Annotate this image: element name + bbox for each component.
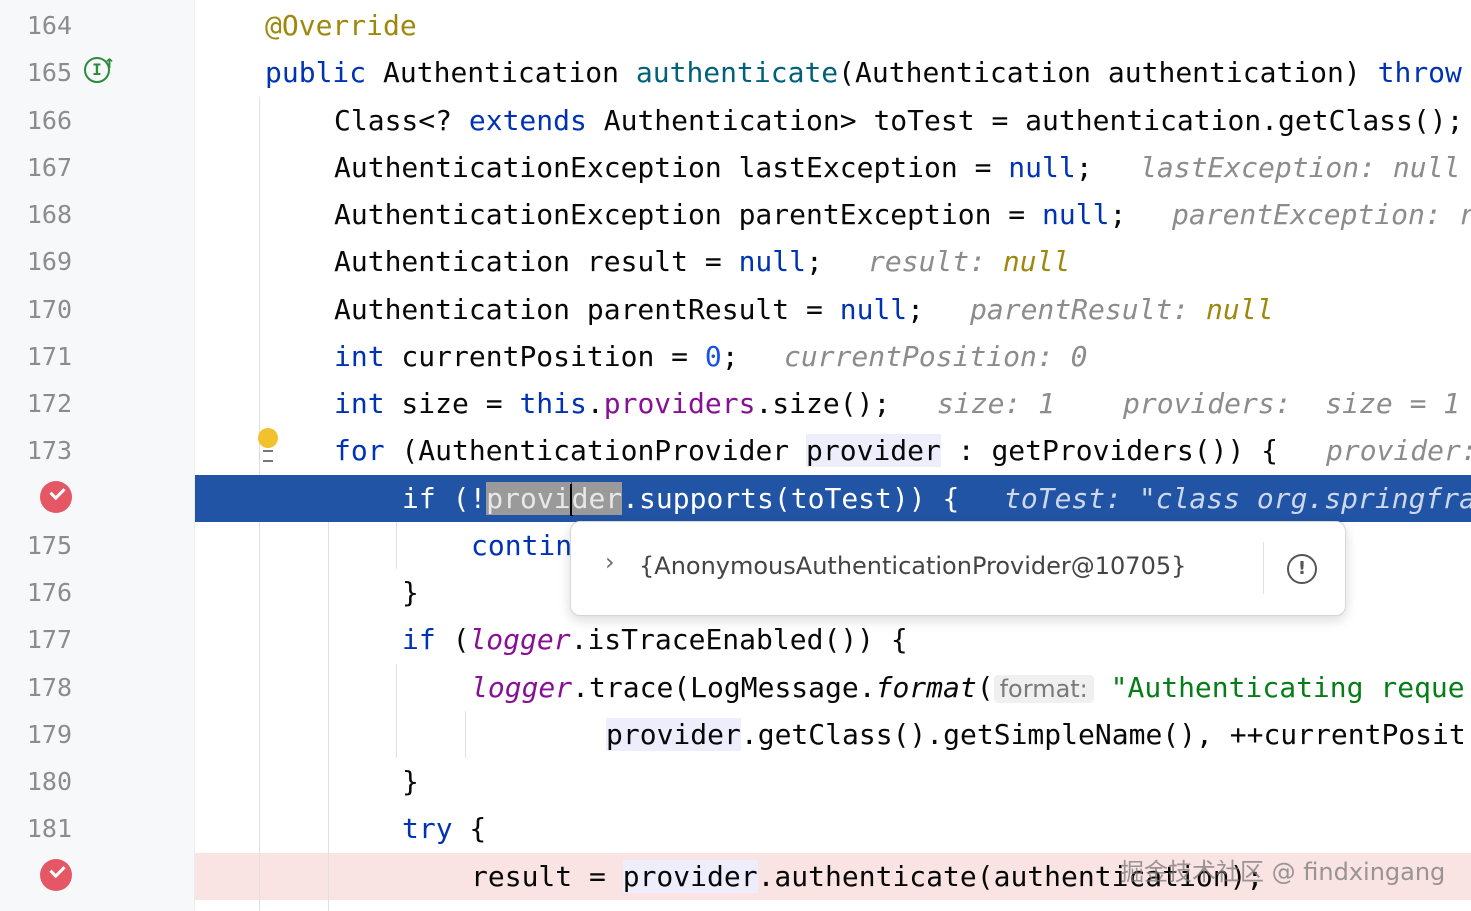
breakpoint-icon[interactable] — [40, 481, 72, 513]
code-line-165: public Authentication authenticate(Authe… — [265, 56, 1462, 89]
inline-debug-hint: size: 1 — [937, 387, 1056, 420]
line-number: 170 — [26, 295, 72, 324]
line-number: 166 — [26, 106, 72, 135]
line-number: 173 — [26, 436, 72, 465]
indent-guide — [396, 522, 397, 569]
code-line-169: Authentication result = null; result: nul… — [195, 238, 1471, 285]
breakpoint-icon[interactable] — [40, 859, 72, 891]
expand-chevron-icon[interactable]: › — [605, 548, 615, 576]
code-line-168: AuthenticationException parentException … — [195, 191, 1471, 238]
line-number: 176 — [26, 578, 72, 607]
indent-guide — [259, 522, 260, 911]
line-number: 168 — [26, 200, 72, 229]
debug-value-popup[interactable]: › {AnonymousAuthenticationProvider@10705… — [570, 521, 1346, 616]
indent-guide — [396, 664, 397, 758]
code-line-178: logger.trace(LogMessage.format(format: "… — [471, 671, 1465, 704]
indent-guide — [259, 97, 260, 475]
line-number: 181 — [26, 814, 72, 843]
code-line-181: try { — [402, 812, 487, 845]
parameter-hint: format: — [993, 675, 1094, 703]
code-line-166: Class<? extends Authentication> toTest =… — [334, 104, 1464, 137]
inline-debug-hint: providers: size = 1 — [1123, 387, 1461, 420]
code-line-167: AuthenticationException lastException = … — [195, 144, 1471, 191]
line-number: 175 — [26, 531, 72, 560]
inline-debug-hint: parentException: r — [1172, 198, 1471, 231]
go-to-super-arrow-icon[interactable]: ↑ — [104, 52, 115, 73]
inline-debug-hint: provider: — [1326, 434, 1471, 467]
code-line-164: @Override — [195, 2, 1471, 49]
code-line-173: for (AuthenticationProvider provider : g… — [195, 427, 1471, 474]
line-number: 180 — [26, 767, 72, 796]
code-line-177: if (logger.isTraceEnabled()) { — [402, 623, 908, 656]
info-icon[interactable]: ! — [1287, 554, 1317, 584]
line-number: 179 — [26, 720, 72, 749]
current-execution-line: if (!provider.supports(toTest)) {toTest:… — [195, 475, 1471, 522]
indent-guide — [328, 522, 329, 911]
line-number: 171 — [26, 342, 72, 371]
lightbulb-intention-icon[interactable] — [258, 428, 278, 462]
inline-debug-hint: parentResult: null — [970, 293, 1274, 326]
code-line-179: provider.getClass().getSimpleName(), ++c… — [606, 718, 1466, 751]
line-number: 177 — [26, 625, 72, 654]
indent-guide — [465, 711, 466, 758]
line-number: 172 — [26, 389, 72, 418]
code-line-180: } — [402, 765, 419, 798]
variable-value: {AnonymousAuthenticationProvider@10705} — [639, 552, 1187, 580]
code-line-172: int size = this.providers.size(); size: 1… — [195, 380, 1471, 427]
inline-debug-hint: toTest: "class org.springfra — [1004, 482, 1471, 515]
inline-debug-hint: currentPosition: 0 — [784, 340, 1088, 373]
code-line-170: Authentication parentResult = null; paren… — [195, 286, 1471, 333]
line-number: 169 — [26, 247, 72, 276]
line-number: 178 — [26, 673, 72, 702]
line-number: 167 — [26, 153, 72, 182]
annotation: @Override — [265, 9, 417, 42]
inline-debug-hint: lastException: null — [1140, 151, 1461, 184]
line-number: 164 — [26, 11, 72, 40]
inline-debug-hint: result: null — [868, 245, 1071, 278]
code-line-171: int currentPosition = 0; currentPosition:… — [195, 333, 1471, 380]
divider — [1263, 542, 1264, 594]
line-number: 165 — [26, 58, 72, 87]
watermark: 掘金技术社区 @ findxingang — [1120, 858, 1446, 886]
